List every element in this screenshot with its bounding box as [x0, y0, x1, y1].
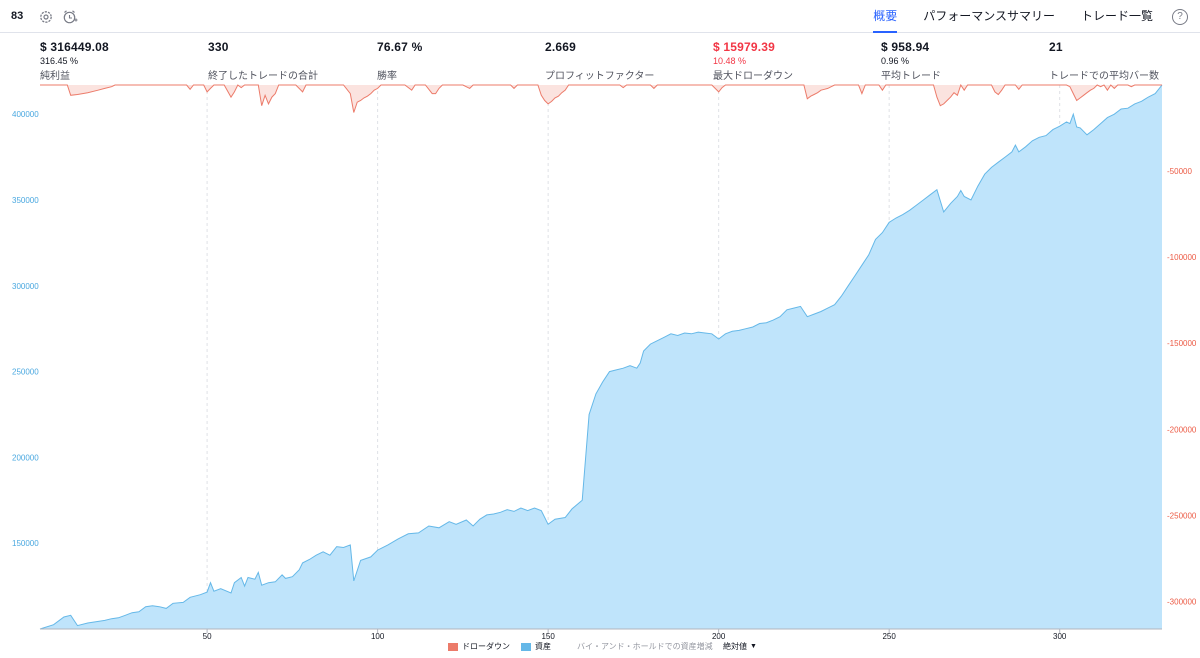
x-tick-label: 150	[541, 632, 555, 641]
left-tick-label: 300000	[12, 282, 39, 291]
left-tick-label: 250000	[12, 368, 39, 377]
x-tick-label: 100	[371, 632, 385, 641]
legend-drawdown-label: ドローダウン	[462, 642, 510, 651]
x-axis-ticks: 50 100 150 200 250 300	[203, 629, 1067, 641]
equity-drawdown-chart[interactable]: 50 100 150 200 250 300 150000 200000 250000 3000…	[0, 0, 1200, 658]
left-axis-ticks: 150000 200000 250000 300000 350000 400000	[12, 110, 39, 548]
legend-drawdown[interactable]: ドローダウン	[448, 641, 510, 652]
right-tick-label: -200000	[1167, 425, 1197, 434]
left-tick-label: 350000	[12, 196, 39, 205]
x-tick-label: 300	[1053, 632, 1067, 641]
caret-down-icon: ▼	[750, 643, 757, 650]
right-tick-label: -250000	[1167, 511, 1197, 520]
right-tick-label: -50000	[1167, 167, 1192, 176]
legend-buy-hold[interactable]: バイ・アンド・ホールドでの資産増減	[577, 641, 713, 652]
left-tick-label: 150000	[12, 539, 39, 548]
legend-drawdown-swatch	[448, 642, 458, 651]
scale-mode-dropdown[interactable]: 絶対値 ▼	[723, 641, 757, 652]
equity-area	[40, 85, 1162, 629]
scale-mode-label: 絶対値	[723, 642, 747, 651]
right-tick-label: -100000	[1167, 253, 1197, 262]
left-tick-label: 400000	[12, 110, 39, 119]
x-tick-label: 200	[712, 632, 726, 641]
x-tick-label: 50	[203, 632, 212, 641]
legend-buy-hold-label: バイ・アンド・ホールドでの資産増減	[577, 642, 713, 651]
legend-equity[interactable]: 資産	[521, 641, 551, 652]
x-tick-label: 250	[882, 632, 896, 641]
left-tick-label: 200000	[12, 453, 39, 462]
legend-equity-swatch	[521, 642, 531, 651]
right-axis-ticks: -50000 -100000 -150000 -200000 -250000 -30000…	[1167, 167, 1197, 606]
right-tick-label: -150000	[1167, 339, 1197, 348]
legend-equity-label: 資産	[535, 642, 551, 651]
right-tick-label: -300000	[1167, 597, 1197, 606]
